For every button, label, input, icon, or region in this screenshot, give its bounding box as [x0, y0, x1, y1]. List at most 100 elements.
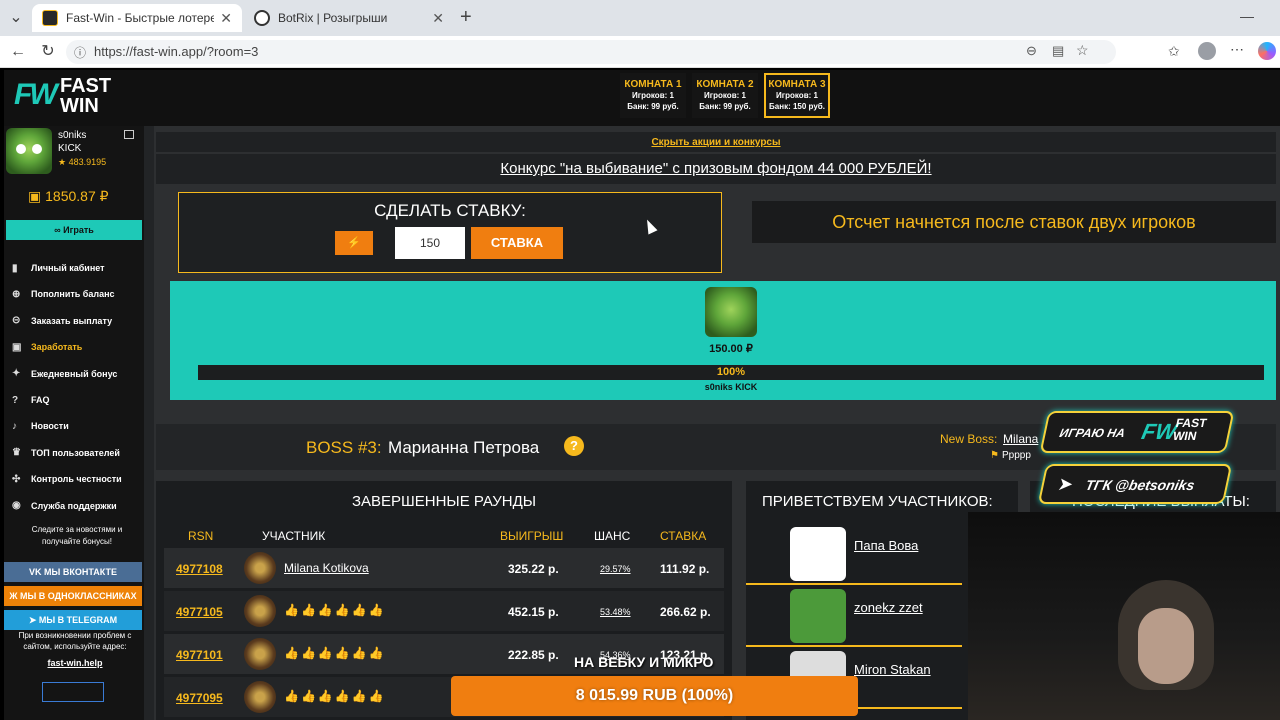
flag-icon: ⚑ — [990, 450, 999, 461]
botrix-favicon — [254, 10, 270, 26]
tab-fast-win[interactable]: Fast-Win - Быстрые лотереи! Ком ✕ — [32, 4, 242, 32]
telegram-text: ТГК @betsoniks — [1084, 477, 1197, 493]
site-info-icon[interactable]: ⓘ — [74, 44, 86, 61]
logout-icon[interactable] — [124, 130, 134, 139]
new-tab-button[interactable]: + — [460, 6, 472, 29]
room-tab-3[interactable]: КОМНАТА 3 Игроков: 1 Банк: 150 руб. — [764, 73, 830, 118]
more-menu-icon[interactable]: ⋯ — [1230, 41, 1244, 58]
profile-avatar[interactable] — [1198, 42, 1216, 60]
user-icon: ▮ — [12, 262, 18, 274]
col-bet: СТАВКА — [660, 529, 707, 543]
round-bet: 266.62 р. — [660, 605, 711, 619]
round-rsn[interactable]: 4977095 — [176, 691, 223, 705]
room-bank: Банк: 99 руб. — [627, 102, 679, 111]
social-button-2[interactable]: Ж МЫ В ОДНОКЛАССНИКАХ — [4, 586, 142, 606]
contest-link[interactable]: Конкурс "на выбивание" с призовым фондом… — [500, 160, 931, 177]
new-boss-label: New Boss: — [940, 432, 998, 446]
zoom-icon[interactable]: ⊖ — [1026, 43, 1037, 59]
room-players: Игроков: 1 — [704, 91, 746, 100]
player-name[interactable]: Milana Kotikova — [284, 561, 369, 575]
minimize-icon[interactable]: — — [1240, 8, 1254, 24]
social-button-1[interactable]: VK МЫ ВКОНТАКТЕ — [4, 562, 142, 582]
download-circle-icon: ⊝ — [12, 315, 21, 327]
hidden-player: 👍👍👍👍👍👍 — [284, 646, 386, 660]
round-chance[interactable]: 29.57% — [600, 564, 631, 574]
bet-amount-input[interactable]: 150 — [395, 227, 465, 259]
quick-bet-button[interactable]: ⚡ — [335, 231, 373, 255]
sidebar-item-label: ТОП пользователей — [31, 447, 120, 458]
round-rsn[interactable]: 4977105 — [176, 605, 223, 619]
welcome-user-name[interactable]: Miron Stakan — [854, 661, 954, 679]
sidebar-item-7[interactable]: ♪ Новости — [12, 416, 142, 436]
welcome-user-name[interactable]: Папа Вова — [854, 537, 954, 555]
back-arrow-icon[interactable]: ← — [8, 42, 28, 62]
sidebar-item-label: Контроль честности — [31, 474, 122, 485]
tab-botrix[interactable]: BotRix | Розыгрыши ✕ — [244, 4, 454, 32]
trophy-icon: ♛ — [12, 447, 21, 459]
sidebar-item-9[interactable]: ✣ Контроль честности — [12, 469, 142, 489]
hidden-player: 👍👍👍👍👍👍 — [284, 603, 386, 617]
player-avatar — [705, 287, 757, 337]
favorites-icon[interactable]: ✩ — [1168, 43, 1180, 60]
question-icon: ? — [12, 394, 19, 406]
sidebar-item-10[interactable]: ◉ Служба поддержки — [12, 496, 142, 516]
address-bar[interactable]: ⓘ https://fast-win.app/?room=3 ⊖ ▤ ☆ — [66, 40, 1116, 64]
copilot-icon[interactable] — [1258, 42, 1276, 60]
social-button-3[interactable]: ➤ МЫ В TELEGRAM — [4, 610, 142, 630]
sidebar-item-label: FAQ — [31, 395, 50, 405]
close-tab-icon[interactable]: ✕ — [432, 10, 444, 27]
sidebar-item-5[interactable]: ✦ Ежедневный бонус — [12, 364, 142, 384]
welcome-user-name[interactable]: zonekz zzet — [854, 599, 954, 617]
user-avatar[interactable] — [6, 128, 52, 174]
new-boss-name[interactable]: Milana — [1003, 432, 1038, 446]
webcam-feed — [968, 512, 1280, 720]
sidebar-item-4[interactable]: ▣ Заработать — [12, 337, 142, 357]
room-tab-2[interactable]: КОМНАТА 2 Игроков: 1 Банк: 99 руб. — [692, 73, 758, 118]
problem-text: При возникновении проблем с сайтом, испо… — [18, 631, 132, 651]
badge-win: WIN — [1171, 429, 1198, 443]
round-win: 452.15 р. — [508, 605, 559, 619]
sidebar-item-8[interactable]: ♛ ТОП пользователей — [12, 443, 142, 463]
badge-fast: FAST — [1174, 416, 1209, 430]
player-avatar — [244, 681, 276, 713]
close-tab-icon[interactable]: ✕ — [220, 10, 232, 27]
round-row: 4977105 👍👍👍👍👍👍 452.15 р. 53.48% 266.62 р. — [164, 591, 724, 631]
round-rsn[interactable]: 4977108 — [176, 562, 223, 576]
sidebar-item-2[interactable]: ⊕ Пополнить баланс — [12, 284, 142, 304]
round-rsn[interactable]: 4977101 — [176, 648, 223, 662]
round-chance[interactable]: 53.48% — [600, 607, 631, 617]
welcome-title: ПРИВЕТСТВУЕМ УЧАСТНИКОВ: — [762, 493, 993, 510]
sidebar-item-3[interactable]: ⊝ Заказать выплату — [12, 311, 142, 331]
fast-win-logo[interactable]: FW FAST WIN — [14, 76, 126, 120]
room-players: Игроков: 1 — [776, 91, 818, 100]
player-avatar — [244, 595, 276, 627]
favorite-star-icon[interactable]: ☆ — [1076, 42, 1089, 59]
stream-caption: НА ВЕБКУ И МИКРО — [574, 654, 714, 670]
sidebar-item-label: Ежедневный бонус — [31, 368, 118, 379]
sidebar-item-label: Личный кабинет — [31, 263, 105, 273]
room-name: КОМНАТА 3 — [768, 79, 826, 90]
fast-win-favicon — [42, 10, 58, 26]
pot-player-name: s0niks KICK — [704, 382, 758, 392]
place-bet-button[interactable]: СТАВКА — [471, 227, 563, 259]
play-button[interactable]: ∞ Играть — [6, 220, 142, 240]
col-win: ВЫИГРЫШ — [500, 529, 564, 543]
rounds-title: ЗАВЕРШЕННЫЕ РАУНДЫ — [351, 493, 537, 510]
reader-view-icon[interactable]: ▤ — [1052, 43, 1064, 59]
telegram-badge: ➤ ТГК @betsoniks — [1037, 464, 1233, 504]
room-tab-1[interactable]: КОМНАТА 1 Игроков: 1 Банк: 99 руб. — [620, 73, 686, 118]
hide-promos-link[interactable]: Скрыть акции и конкурсы — [651, 137, 780, 148]
sidebar-item-1[interactable]: ▮ Личный кабинет — [12, 258, 142, 278]
problem-link[interactable]: fast-win.help — [10, 658, 140, 668]
welcome-user-avatar — [790, 527, 846, 581]
user-tag: KICK — [58, 143, 82, 154]
reload-icon[interactable]: ↻ — [38, 42, 58, 62]
room-name: КОМНАТА 2 — [696, 79, 754, 90]
boss-help-icon[interactable]: ? — [564, 436, 584, 456]
bet-panel: СДЕЛАТЬ СТАВКУ: ⚡ 150 СТАВКА — [178, 192, 722, 273]
sidebar: s0niks KICK ★ 483.9195 ▣ 1850.87 ₽ ∞ Игр… — [4, 126, 144, 720]
tab-list-chevron-icon[interactable]: ⌄ — [6, 8, 26, 28]
round-win: 325.22 р. — [508, 562, 559, 576]
sidebar-item-6[interactable]: ? FAQ — [12, 390, 142, 410]
boss-label: BOSS #3: — [306, 438, 382, 457]
